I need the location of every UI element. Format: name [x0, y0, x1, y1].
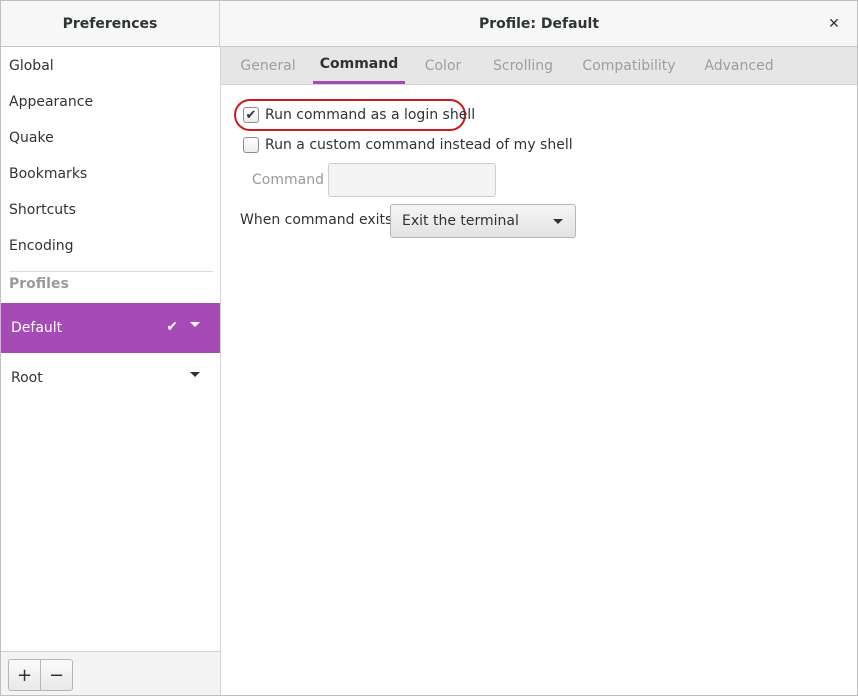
exit-action-dropdown[interactable]: Exit the terminal: [390, 204, 576, 238]
sidebar-item-appearance[interactable]: Appearance: [1, 84, 220, 120]
profile-item-root[interactable]: Root: [1, 353, 220, 403]
chevron-down-icon: [553, 219, 563, 224]
add-profile-button[interactable]: +: [8, 659, 41, 691]
tab-compatibility[interactable]: Compatibility: [573, 47, 685, 84]
tab-scrolling[interactable]: Scrolling: [483, 47, 563, 84]
command-label: Command: [252, 172, 324, 188]
exits-label: When command exits: [240, 212, 393, 228]
profile-label: Default: [11, 320, 63, 336]
sidebar-divider: [9, 271, 213, 272]
tab-color[interactable]: Color: [415, 47, 471, 84]
profiles-heading: Profiles: [9, 276, 69, 292]
sidebar-header: Preferences: [1, 1, 220, 46]
header-bar: Preferences Profile: Default ✕: [1, 1, 857, 47]
command-tab-content: ✔ Run command as a login shell Run a cus…: [221, 85, 857, 695]
sidebar-item-global[interactable]: Global: [1, 48, 220, 84]
chevron-down-icon[interactable]: [190, 372, 200, 377]
close-icon[interactable]: ✕: [823, 13, 845, 35]
main-panel: General Command Color Scrolling Compatib…: [221, 47, 857, 695]
exit-action-value: Exit the terminal: [402, 213, 519, 229]
checkbox-checked-icon[interactable]: ✔: [243, 107, 259, 123]
preferences-window: Preferences Profile: Default ✕ Global Ap…: [0, 0, 858, 696]
custom-command-checkbox[interactable]: Run a custom command instead of my shell: [243, 137, 573, 153]
tab-advanced[interactable]: Advanced: [697, 47, 781, 84]
preferences-title: Preferences: [62, 15, 158, 32]
checkmark-icon: ✔: [166, 319, 178, 335]
sidebar-item-quake[interactable]: Quake: [1, 120, 220, 156]
sidebar-footer: + −: [1, 651, 220, 695]
profile-title: Profile: Default: [478, 15, 600, 32]
custom-command-label: Run a custom command instead of my shell: [265, 137, 573, 153]
sidebar: Global Appearance Quake Bookmarks Shortc…: [1, 47, 221, 695]
profile-item-default[interactable]: Default ✔: [1, 303, 220, 353]
tab-command[interactable]: Command: [313, 47, 405, 84]
command-input[interactable]: [328, 163, 496, 197]
sidebar-item-shortcuts[interactable]: Shortcuts: [1, 192, 220, 228]
login-shell-checkbox[interactable]: ✔ Run command as a login shell: [243, 107, 475, 123]
login-shell-label: Run command as a login shell: [265, 107, 476, 123]
chevron-down-icon[interactable]: [190, 322, 200, 327]
checkbox-unchecked-icon[interactable]: [243, 137, 259, 153]
profile-header: Profile: Default: [221, 1, 857, 46]
profile-label: Root: [11, 370, 43, 386]
remove-profile-button[interactable]: −: [40, 659, 73, 691]
tab-general[interactable]: General: [229, 47, 307, 84]
sidebar-item-bookmarks[interactable]: Bookmarks: [1, 156, 220, 192]
tab-bar: General Command Color Scrolling Compatib…: [221, 47, 857, 85]
sidebar-item-encoding[interactable]: Encoding: [1, 228, 220, 264]
